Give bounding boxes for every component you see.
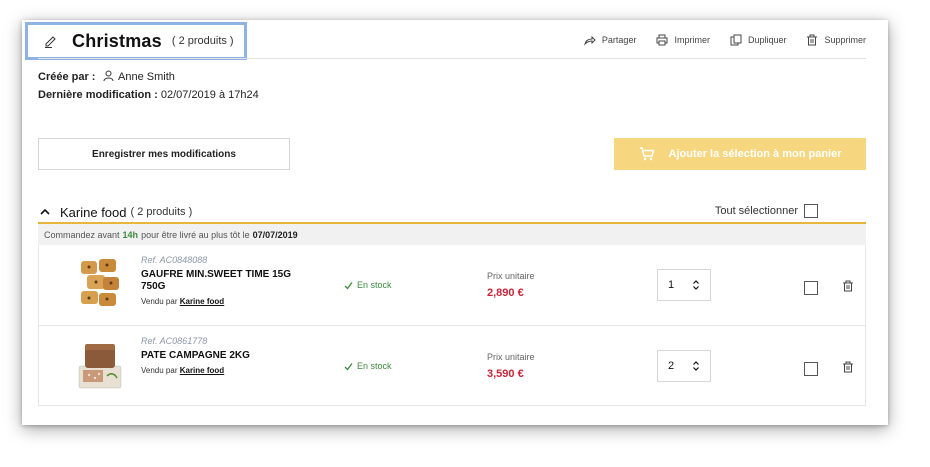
- supplier-header: Karine food ( 2 produits ) Tout sélectio…: [38, 202, 866, 224]
- last-modified-date: 02/07/2019 à 17h24: [160, 89, 259, 101]
- share-icon: [583, 35, 596, 46]
- created-by-line: Créée par : Anne Smith: [38, 68, 259, 86]
- seller-prefix: Vendu par: [141, 366, 178, 375]
- product-seller: Vendu par Karine food: [141, 366, 311, 375]
- price-block: Prix unitaire 2,890 €: [487, 271, 535, 299]
- delete-label: Supprimer: [824, 35, 866, 45]
- print-button[interactable]: Imprimer: [656, 34, 710, 46]
- last-modified-line: Dernière modification : 02/07/2019 à 17h…: [38, 86, 259, 104]
- created-by-label: Créée par :: [38, 71, 96, 83]
- check-icon: [344, 281, 353, 289]
- duplicate-button[interactable]: Dupliquer: [730, 34, 787, 46]
- add-to-cart-label: Ajouter la sélection à mon panier: [668, 148, 842, 160]
- unit-price: 3,590 €: [487, 368, 524, 380]
- supplier-name: Karine food: [60, 204, 127, 220]
- stock-status: En stock: [344, 361, 392, 371]
- price-block: Prix unitaire 3,590 €: [487, 352, 535, 380]
- quantity-stepper[interactable]: 1: [657, 269, 711, 301]
- shopping-list-card: Christmas ( 2 produits ) Partager Imprim…: [22, 20, 888, 425]
- created-by-name: Anne Smith: [118, 71, 175, 83]
- seller-prefix: Vendu par: [141, 297, 178, 306]
- quantity-value: 2: [668, 360, 675, 372]
- delivery-prefix: Commandez avant: [44, 229, 120, 240]
- unit-price-label: Prix unitaire: [487, 271, 535, 281]
- list-title-box: Christmas ( 2 produits ): [25, 22, 247, 60]
- print-icon: [656, 34, 668, 46]
- save-changes-button[interactable]: Enregistrer mes modifications: [38, 138, 290, 170]
- stock-label: En stock: [357, 280, 392, 290]
- product-image-pate: [77, 336, 123, 394]
- seller-link[interactable]: Karine food: [180, 297, 224, 306]
- product-name[interactable]: PATE CAMPAGNE 2KG: [141, 350, 311, 362]
- list-meta: Créée par : Anne Smith Dernière modifica…: [38, 68, 259, 104]
- cart-icon: [639, 147, 654, 161]
- share-button[interactable]: Partager: [583, 34, 637, 46]
- product-seller: Vendu par Karine food: [141, 297, 311, 306]
- check-icon: [344, 362, 353, 370]
- duplicate-label: Dupliquer: [747, 35, 787, 45]
- stock-label: En stock: [357, 361, 392, 371]
- quantity-stepper[interactable]: 2: [657, 350, 711, 382]
- product-row: Ref. AC0861778 PATE CAMPAGNE 2KG Vendu p…: [39, 325, 865, 405]
- product-row: Ref. AC0848088 GAUFRE MIN.SWEET TIME 15G…: [39, 245, 865, 325]
- trash-icon[interactable]: [842, 361, 854, 373]
- product-info: Ref. AC0848088 GAUFRE MIN.SWEET TIME 15G…: [141, 255, 311, 306]
- pencil-icon[interactable]: [44, 34, 58, 48]
- seller-link[interactable]: Karine food: [180, 366, 224, 375]
- trash-icon: [807, 34, 818, 46]
- list-actions: Partager Imprimer Dupliquer Supprimer: [583, 34, 866, 46]
- up-down-arrows-icon[interactable]: [692, 279, 700, 291]
- unit-price-label: Prix unitaire: [487, 352, 535, 362]
- product-image-waffles: [77, 255, 123, 313]
- product-list: Ref. AC0848088 GAUFRE MIN.SWEET TIME 15G…: [38, 245, 866, 406]
- select-all-checkbox[interactable]: [804, 204, 818, 218]
- list-title: Christmas: [72, 30, 162, 51]
- product-select-checkbox[interactable]: [804, 362, 818, 376]
- delivery-middle: pour être livré au plus tôt le: [141, 229, 250, 240]
- list-product-count: ( 2 produits ): [171, 35, 234, 47]
- delivery-info: Commandez avant 14h pour être livré au p…: [38, 224, 866, 245]
- supplier-product-count: ( 2 produits ): [130, 206, 193, 218]
- header-divider: [38, 58, 866, 59]
- unit-price: 2,890 €: [487, 287, 524, 299]
- product-ref: Ref. AC0848088: [141, 255, 208, 265]
- last-modified-label: Dernière modification :: [38, 89, 158, 101]
- user-icon: [103, 69, 114, 82]
- select-all-control[interactable]: Tout sélectionner: [715, 204, 818, 218]
- delete-button[interactable]: Supprimer: [806, 34, 866, 46]
- add-to-cart-button[interactable]: Ajouter la sélection à mon panier: [614, 138, 866, 170]
- chevron-up-icon[interactable]: [40, 207, 50, 217]
- delivery-date: 07/07/2019: [252, 229, 298, 240]
- delivery-cutoff-time: 14h: [122, 229, 139, 240]
- stock-status: En stock: [344, 280, 392, 290]
- print-label: Imprimer: [674, 35, 710, 45]
- share-label: Partager: [601, 35, 637, 45]
- duplicate-icon: [730, 34, 742, 46]
- supplier-section: Karine food ( 2 produits ) Tout sélectio…: [38, 202, 866, 406]
- select-all-label: Tout sélectionner: [714, 205, 798, 217]
- up-down-arrows-icon[interactable]: [692, 360, 700, 372]
- product-select-checkbox[interactable]: [804, 281, 818, 295]
- trash-icon[interactable]: [842, 280, 854, 292]
- product-name[interactable]: GAUFRE MIN.SWEET TIME 15G 750G: [141, 269, 311, 293]
- product-ref: Ref. AC0861778: [141, 336, 208, 346]
- quantity-value: 1: [668, 279, 675, 291]
- product-info: Ref. AC0861778 PATE CAMPAGNE 2KG Vendu p…: [141, 336, 311, 375]
